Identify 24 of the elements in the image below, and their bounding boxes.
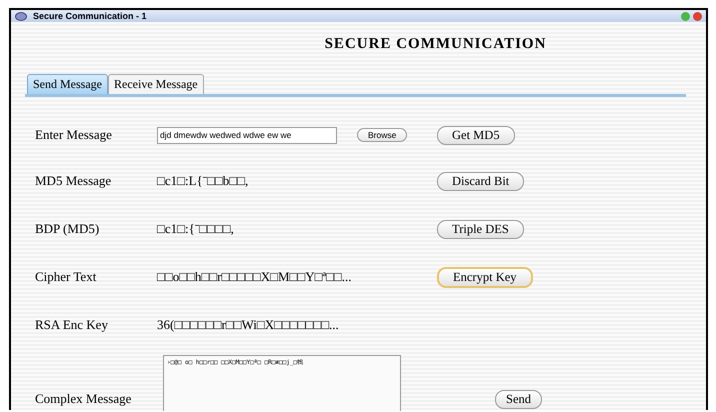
output-value: □c1□:{ˉ□□□□, <box>157 221 234 237</box>
action-button[interactable]: Triple DES <box>437 220 524 238</box>
minimize-button[interactable] <box>681 12 690 20</box>
action-button[interactable]: Encrypt Key <box>437 266 533 288</box>
action-button[interactable]: Get MD5 <box>437 126 515 144</box>
field-label: MD5 Message <box>34 173 112 189</box>
output-value: □c1□:L{ˉ□□b□□, <box>157 173 248 189</box>
browse-button[interactable]: Browse <box>357 128 408 142</box>
action-button[interactable]: Send <box>495 390 542 409</box>
field-label: RSA Enc Key <box>34 317 109 333</box>
field-label: Complex Message <box>34 391 132 408</box>
output-value: 36(□□□□□□r□□Wi□X□□□□□□□... <box>157 317 339 333</box>
tab[interactable]: Receive Message <box>108 74 204 94</box>
message-field[interactable]: djd dmewdw wedwed wdwe ew we <box>157 126 337 144</box>
app-icon <box>15 12 27 20</box>
output-value: □□o□□h□□r□□□□□X□M□□Y□ª□□... <box>157 269 352 285</box>
action-button[interactable]: Discard Bit <box>437 172 524 190</box>
tab[interactable]: Send Message <box>27 74 108 94</box>
app-heading: SECURE COMMUNICATION <box>324 36 548 54</box>
field-label: Enter Message <box>34 127 113 143</box>
field-label: BDP (MD5) <box>34 221 100 237</box>
close-button[interactable] <box>693 12 702 20</box>
field-label: Cipher Text <box>34 269 98 285</box>
window-title: Secure Communication - 1 <box>33 11 147 21</box>
